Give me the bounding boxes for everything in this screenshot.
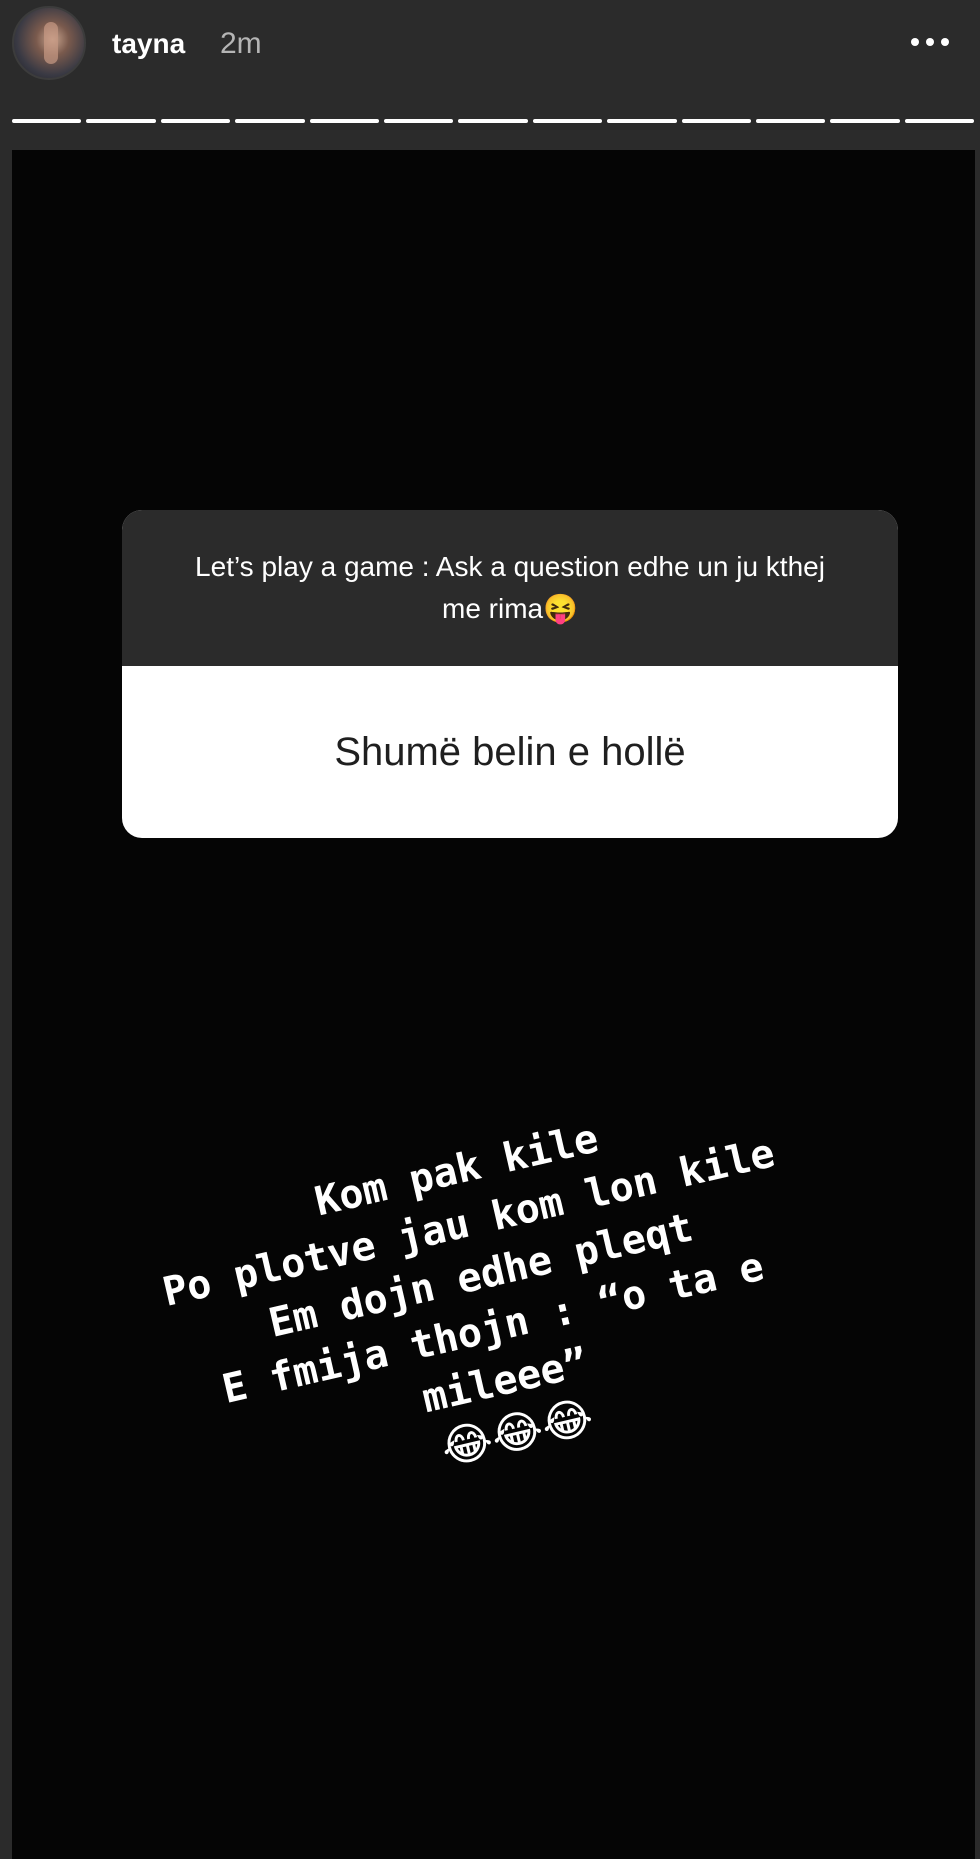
story-content[interactable]: Let’s play a game : Ask a question edhe … xyxy=(12,150,975,1859)
story-progress-segment xyxy=(904,119,975,123)
more-horizontal-icon xyxy=(926,38,934,46)
story-text-overlay: Kom pak kile Po plotve jau kom lon kile … xyxy=(36,1049,937,1556)
question-sticker-header: Let’s play a game : Ask a question edhe … xyxy=(122,510,898,666)
story-progress-segment xyxy=(532,119,603,123)
story-progress-segment xyxy=(755,119,826,123)
more-options-button[interactable] xyxy=(900,24,960,60)
story-progress-bar xyxy=(12,119,975,124)
story-progress-segment xyxy=(12,119,82,123)
avatar[interactable] xyxy=(12,6,86,80)
username[interactable]: tayna xyxy=(112,28,185,60)
story-header: tayna 2m xyxy=(0,0,980,150)
more-horizontal-icon xyxy=(911,38,919,46)
story-progress-segment xyxy=(607,119,677,123)
question-prompt: Let’s play a game : Ask a question edhe … xyxy=(195,551,825,624)
story-progress-segment xyxy=(681,119,751,123)
story-progress-segment xyxy=(383,119,454,123)
story-viewer: tayna 2m Let’s play a game : Ask a quest… xyxy=(0,0,980,1859)
timestamp: 2m xyxy=(220,27,262,60)
more-horizontal-icon xyxy=(941,38,949,46)
story-progress-segment xyxy=(458,119,528,123)
story-progress-segment xyxy=(309,119,379,123)
question-sticker[interactable]: Let’s play a game : Ask a question edhe … xyxy=(122,510,898,838)
story-progress-segment xyxy=(160,119,231,123)
story-progress-segment xyxy=(86,119,156,123)
story-progress-segment xyxy=(235,119,305,123)
question-sticker-body: Shumë belin e hollë xyxy=(122,666,898,838)
story-progress-segment xyxy=(830,119,900,123)
question-answer: Shumë belin e hollë xyxy=(334,729,686,774)
